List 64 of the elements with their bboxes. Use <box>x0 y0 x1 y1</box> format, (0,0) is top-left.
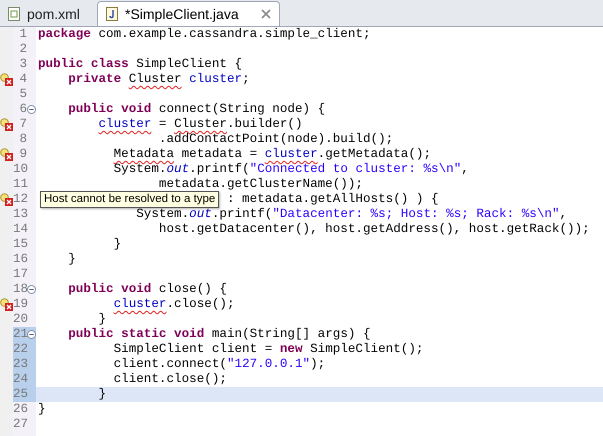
collapse-icon[interactable] <box>27 330 36 339</box>
editor-tab[interactable]: pom.xml <box>2 2 95 26</box>
line-number: 15 <box>13 238 27 251</box>
code-line: SimpleClient client = new SimpleClient(); <box>114 343 424 356</box>
line-number: 21 <box>13 328 27 341</box>
code-line: : metadata.getAllHosts() ) { <box>226 193 439 206</box>
code-line: package com.example.cassandra.simple_client; <box>38 28 371 41</box>
line-number: 27 <box>13 418 27 431</box>
code-line: System.out.printf("Datacenter: %s; Host: %s; Rack: %s\n", <box>136 208 568 221</box>
line-number: 7 <box>18 118 27 131</box>
error-bulb-icon[interactable] <box>0 148 13 161</box>
line-number: 1 <box>18 28 27 41</box>
line-number: 13 <box>13 208 27 221</box>
code-line: client.connect("127.0.0.1"); <box>114 358 326 371</box>
error-tooltip: Host cannot be resolved to a type <box>40 191 220 208</box>
line-number: 12 <box>13 193 27 206</box>
line-number: 24 <box>13 373 27 386</box>
code-line: public class SimpleClient { <box>38 58 242 71</box>
line-number: 14 <box>13 223 27 236</box>
code-line: cluster = Cluster.builder() <box>98 118 303 131</box>
line-number: 25 <box>13 388 27 401</box>
close-icon[interactable] <box>261 9 271 19</box>
code-line: } <box>98 388 106 401</box>
code-line: host.getDatacenter(), host.getAddress(), host.getRack()); <box>158 223 590 236</box>
line-number: 18 <box>13 283 27 296</box>
line-number: 6 <box>18 103 27 116</box>
code-line: .addContactPoint(node).build(); <box>158 133 394 146</box>
code-line: public static void main(String[] args) { <box>68 328 371 341</box>
line-number: 10 <box>13 163 27 176</box>
line-number: 23 <box>13 358 27 371</box>
code-line: } <box>38 403 46 416</box>
error-bulb-icon[interactable] <box>0 118 13 131</box>
error-bulb-icon[interactable] <box>0 73 13 86</box>
line-number: 9 <box>18 148 27 161</box>
line-number: 19 <box>13 298 27 311</box>
line-number: 11 <box>13 178 27 191</box>
line-number: 4 <box>18 73 27 86</box>
code-line: private Cluster cluster; <box>68 73 250 86</box>
code-line: Metadata metadata = cluster.getMetadata(); <box>114 148 432 161</box>
collapse-icon[interactable] <box>27 285 36 294</box>
line-number: 22 <box>13 343 27 356</box>
java-file-icon <box>106 7 118 21</box>
file-icon <box>8 7 20 21</box>
code-line: public void close() { <box>68 283 227 296</box>
code-line: } <box>114 238 122 251</box>
line-number: 2 <box>18 43 27 56</box>
error-bulb-icon[interactable] <box>0 298 13 311</box>
code-line: } <box>98 313 106 326</box>
line-number: 16 <box>13 253 27 266</box>
line-number: 8 <box>18 133 27 146</box>
editor-tab[interactable]: *SimpleClient.java <box>97 1 280 26</box>
code-line: cluster.close(); <box>114 298 235 311</box>
line-number: 5 <box>18 88 27 101</box>
code-line: System.out.printf("Connected to cluster: %s\n", <box>114 163 469 176</box>
code-line: } <box>68 253 76 266</box>
line-number: 20 <box>13 313 27 326</box>
line-number: 17 <box>13 268 27 281</box>
line-number: 26 <box>13 403 27 416</box>
collapse-icon[interactable] <box>27 105 36 114</box>
code-line: metadata.getClusterName()); <box>158 178 363 191</box>
error-bulb-icon[interactable] <box>0 193 13 206</box>
code-line: client.close(); <box>114 373 227 386</box>
line-number: 3 <box>18 58 27 71</box>
code-line: public void connect(String node) { <box>68 103 326 116</box>
